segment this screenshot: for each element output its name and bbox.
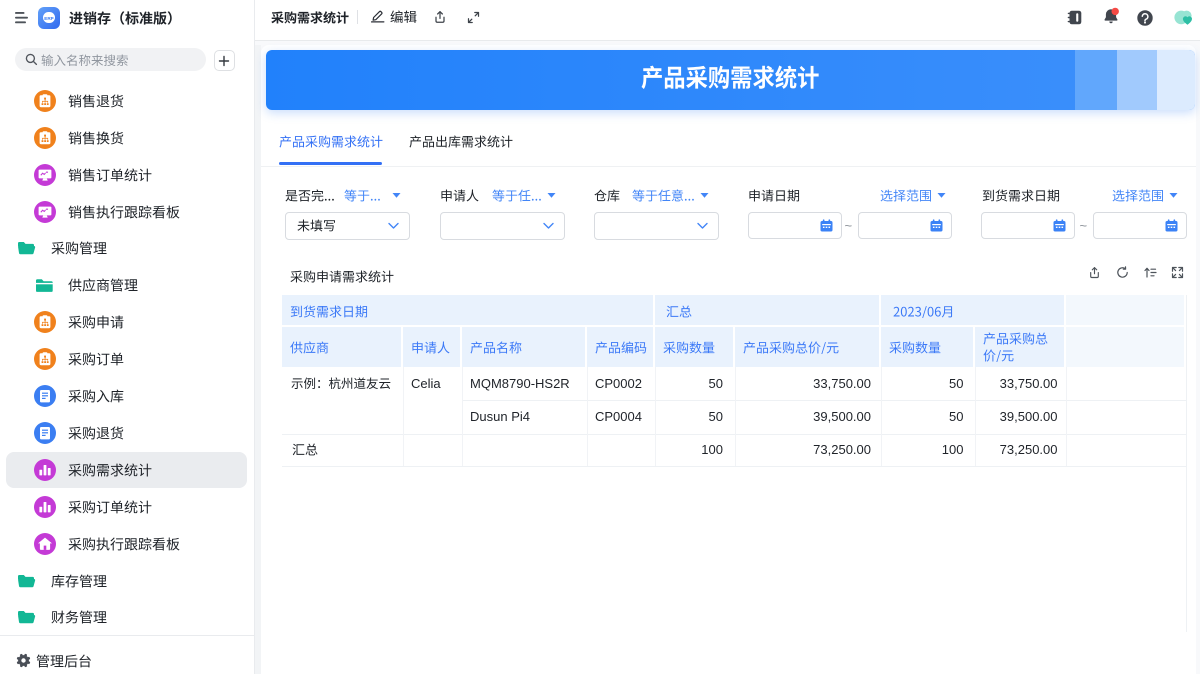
svg-text:ERP: ERP [44,16,53,21]
